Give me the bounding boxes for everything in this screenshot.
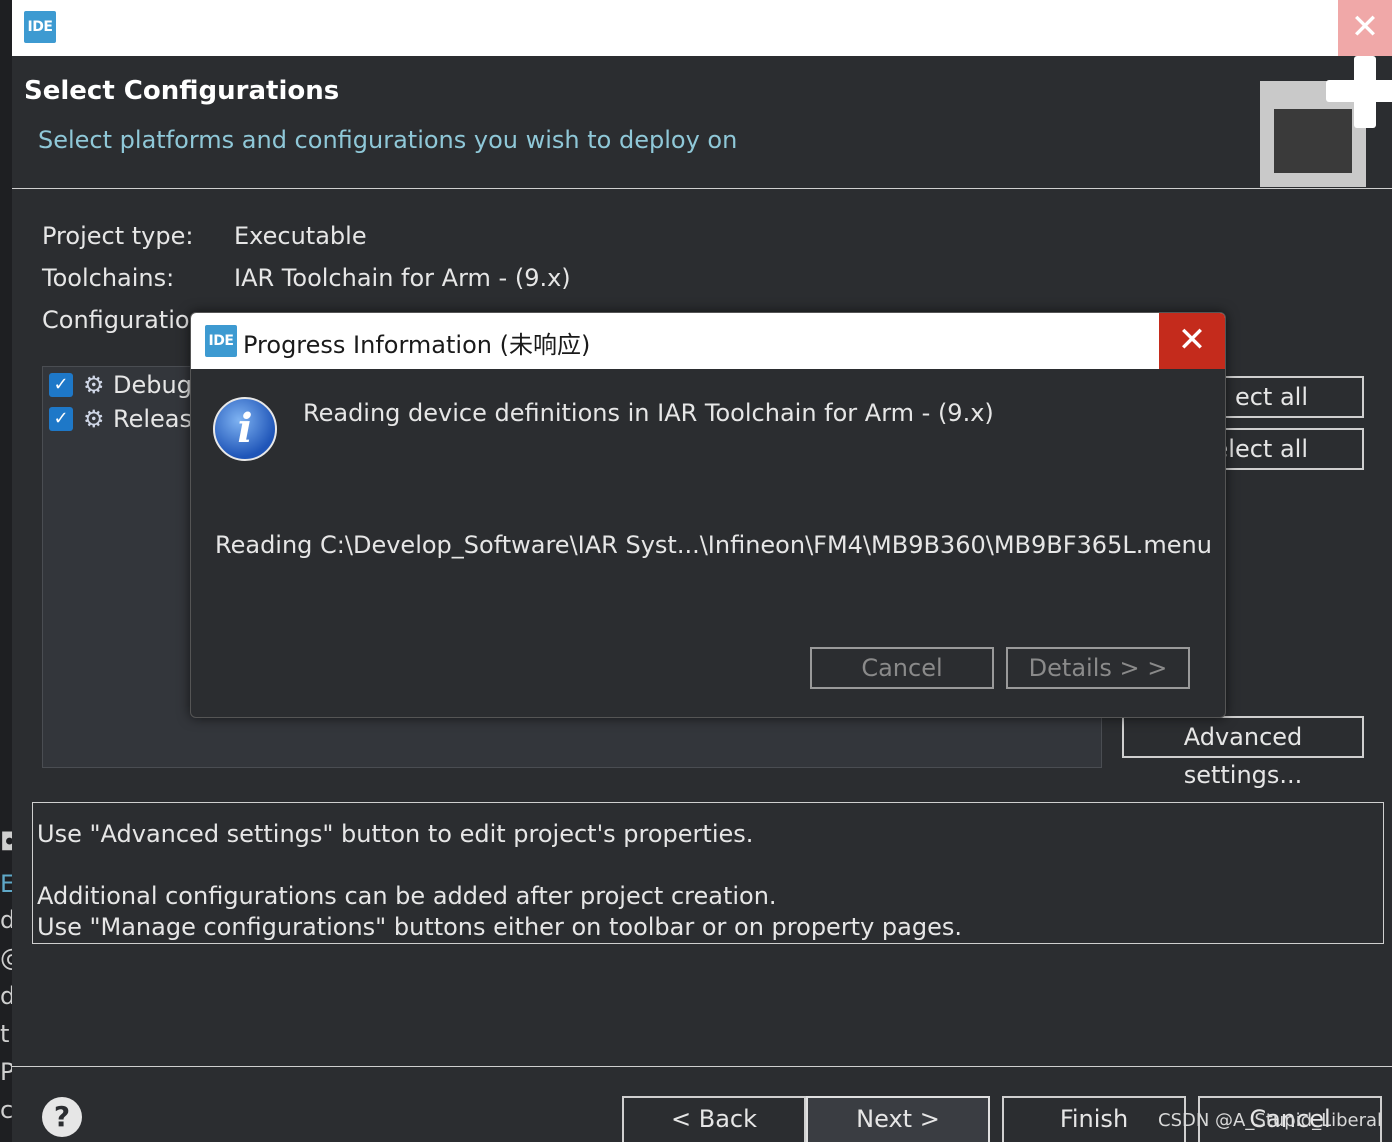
note-line: Additional configurations can be added a… [37,882,777,910]
note-line: Use "Advanced settings" button to edit p… [37,820,754,848]
dialog-title: Progress Information (未响应) [243,331,591,359]
dialog-progress-detail: Reading C:\Develop_Software\IAR Syst...\… [215,531,1212,559]
background-fragment: d [0,982,12,1010]
toolchains-value: IAR Toolchain for Arm - (9.x) [234,264,571,292]
page-title: Select Configurations [24,76,340,106]
help-icon[interactable]: ? [42,1097,82,1137]
window-close-button[interactable]: ✕ [1338,0,1392,56]
window-titlebar: IDE ✕ [12,0,1392,56]
ide-logo-icon: IDE [24,11,56,43]
background-fragment: c [0,1096,12,1124]
dialog-close-button[interactable]: ✕ [1159,313,1225,369]
dialog-details-button[interactable]: Details > > [1006,647,1190,689]
progress-dialog: IDE Progress Information (未响应) ✕ i Readi… [190,312,1226,718]
advanced-settings-button[interactable]: Advanced settings... [1122,716,1364,789]
next-button[interactable]: Next > [806,1096,990,1142]
watermark-text: CSDN @A_Stupid_Liberal [1158,1110,1383,1131]
project-type-value: Executable [234,222,367,250]
list-item[interactable]: ✓ ⚙ Releas [49,404,192,434]
dialog-message: Reading device definitions in IAR Toolch… [303,399,994,427]
background-fragment: d [0,906,12,934]
configuration-label: Releas [113,405,193,433]
toolchains-label: Toolchains: [42,264,175,292]
configuration-label: Debug [113,371,192,399]
info-notes-panel: Use "Advanced settings" button to edit p… [32,802,1384,944]
dialog-titlebar: IDE Progress Information (未响应) ✕ [191,313,1225,369]
configurations-label: Configuration [42,306,205,334]
background-fragment: @ [0,946,12,970]
background-fragment: t [0,1020,10,1048]
project-type-label: Project type: [42,222,194,250]
ide-logo-icon: IDE [205,325,237,357]
dialog-cancel-button[interactable]: Cancel [810,647,994,689]
background-fragment: ◘ [0,828,12,856]
background-fragment: El [0,870,12,898]
list-item[interactable]: ✓ ⚙ Debug [49,370,192,400]
gear-icon: ⚙ [83,405,105,433]
plus-icon [1326,80,1392,102]
gear-icon: ⚙ [83,371,105,399]
note-line: Use "Manage configurations" buttons eith… [37,913,962,941]
back-button[interactable]: < Back [622,1096,806,1142]
info-icon: i [213,397,277,461]
check-icon[interactable]: ✓ [49,373,73,397]
footer-divider [12,1066,1392,1067]
check-icon[interactable]: ✓ [49,407,73,431]
page-subtitle: Select platforms and configurations you … [38,126,738,154]
background-window-strip: ◘ El d @ d t P c [0,0,12,1142]
background-fragment: P [0,1058,12,1086]
wizard-header: Select Configurations Select platforms a… [12,56,1392,189]
